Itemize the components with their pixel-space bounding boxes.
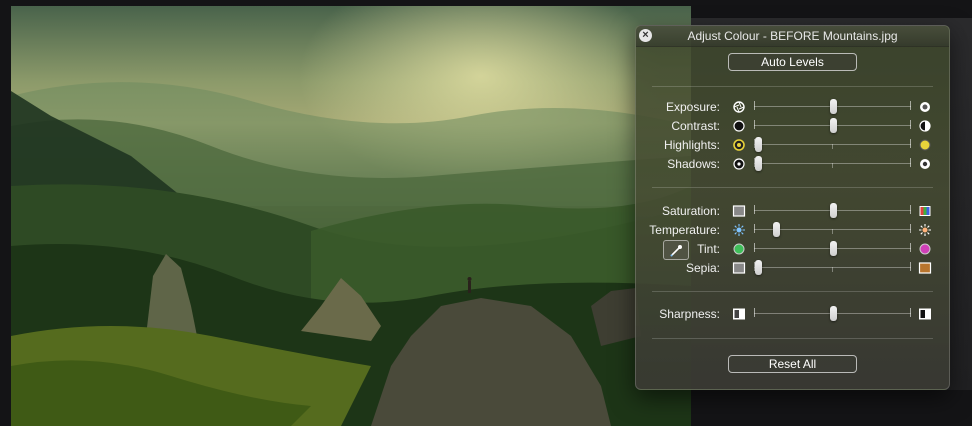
divider — [652, 291, 933, 292]
aperture-open-icon — [920, 102, 930, 112]
cold-sun-icon — [733, 224, 745, 236]
sepia-swatch-icon — [918, 262, 932, 274]
temperature-slider[interactable] — [754, 221, 911, 239]
color-swatch-icon — [919, 206, 931, 216]
green-circle-icon — [733, 243, 745, 255]
saturation-row: Saturation: — [636, 202, 949, 220]
yellow-dot-icon — [919, 139, 931, 151]
exposure-label: Exposure: — [665, 100, 720, 114]
divider — [652, 338, 933, 339]
mountain-photo — [11, 6, 691, 426]
white-dot-icon — [920, 159, 930, 169]
contrast-slider[interactable] — [754, 117, 911, 135]
shadows-label: Shadows: — [667, 157, 720, 171]
shadows-slider[interactable] — [754, 155, 911, 173]
temperature-label: Temperature: — [649, 223, 720, 237]
contrast-slider-knob[interactable] — [830, 118, 837, 133]
tint-slider-knob[interactable] — [830, 241, 837, 256]
tint-slider[interactable] — [754, 240, 911, 258]
warm-sun-icon — [919, 224, 931, 236]
highlights-slider[interactable] — [754, 136, 911, 154]
sharpness-label: Sharpness: — [659, 307, 720, 321]
sharp-square-icon — [919, 308, 931, 320]
dark-dot-icon — [733, 158, 745, 170]
contrast-row: Contrast: — [636, 117, 949, 135]
window-title: Adjust Colour - BEFORE Mountains.jpg — [687, 29, 898, 43]
highlights-label: Highlights: — [663, 138, 720, 152]
contrast-label: Contrast: — [671, 119, 720, 133]
sepia-slider-knob[interactable] — [755, 260, 762, 275]
saturation-label: Saturation: — [661, 204, 720, 218]
shadows-slider-knob[interactable] — [755, 156, 762, 171]
blurry-square-icon — [733, 308, 745, 320]
grey-swatch-icon — [732, 205, 746, 217]
magenta-circle-icon — [919, 243, 931, 255]
divider — [652, 187, 933, 188]
exposure-slider[interactable] — [754, 98, 911, 116]
sepia-row: Sepia: — [636, 259, 949, 277]
saturation-slider[interactable] — [754, 202, 911, 220]
temperature-slider-knob[interactable] — [773, 222, 780, 237]
sharpness-slider-knob[interactable] — [830, 306, 837, 321]
reset-all-button[interactable]: Reset All — [728, 355, 857, 373]
exposure-row: Exposure: — [636, 98, 949, 116]
adjust-colour-panel: × Adjust Colour - BEFORE Mountains.jpg A… — [635, 25, 950, 390]
sepia-slider[interactable] — [754, 259, 911, 277]
sepia-label: Sepia: — [685, 261, 720, 275]
auto-levels-button[interactable]: Auto Levels — [728, 53, 857, 71]
aperture-closed-icon — [733, 101, 745, 113]
sharpness-slider[interactable] — [754, 305, 911, 323]
tint-row: Tint: — [636, 240, 949, 258]
highlights-slider-knob[interactable] — [755, 137, 762, 152]
highlights-row: Highlights: — [636, 136, 949, 154]
shadows-row: Shadows: — [636, 155, 949, 173]
title-bar[interactable]: × Adjust Colour - BEFORE Mountains.jpg — [636, 26, 949, 47]
grey-swatch-icon — [732, 262, 746, 274]
divider — [652, 86, 933, 87]
filled-circle-icon — [733, 120, 745, 132]
half-circle-icon — [919, 120, 931, 132]
yellow-ring-icon — [733, 139, 745, 151]
sharpness-row: Sharpness: — [636, 305, 949, 323]
saturation-slider-knob[interactable] — [830, 203, 837, 218]
exposure-slider-knob[interactable] — [830, 99, 837, 114]
temperature-row: Temperature: — [636, 221, 949, 239]
tint-label: Tint: — [697, 242, 720, 256]
